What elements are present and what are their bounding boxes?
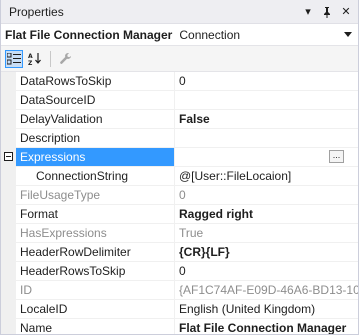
property-name: HasExpressions: [16, 224, 175, 242]
property-value[interactable]: @[User::FileLocaion]: [175, 167, 358, 185]
row-gutter: [1, 224, 16, 242]
row-gutter: [1, 72, 16, 90]
property-value[interactable]: False: [175, 110, 358, 128]
property-row-datarowstoskip[interactable]: DataRowsToSkip 0: [1, 72, 358, 91]
row-gutter: [1, 186, 16, 204]
row-gutter: [1, 148, 16, 166]
window-position-dropdown-icon[interactable]: ▾: [300, 4, 316, 20]
property-row-headerrowdelimiter[interactable]: HeaderRowDelimiter {CR}{LF}: [1, 243, 358, 262]
property-row-delayvalidation[interactable]: DelayValidation False: [1, 110, 358, 129]
property-row-fileusagetype[interactable]: FileUsageType 0: [1, 186, 358, 205]
property-value[interactable]: Ragged right: [175, 205, 358, 223]
property-name: Name: [16, 319, 175, 334]
properties-window: Properties ▾ ✕ Flat File Connection Mana…: [0, 0, 359, 335]
property-pages-button[interactable]: [56, 50, 74, 68]
categorized-icon: [7, 52, 21, 64]
row-gutter: [1, 129, 16, 147]
property-row-hasexpressions[interactable]: HasExpressions True: [1, 224, 358, 243]
properties-toolbar: A Z: [1, 46, 358, 72]
toolbar-separator: [50, 50, 51, 67]
object-name: Flat File Connection Manager: [5, 27, 173, 42]
property-value[interactable]: {AF1C74AF-E09D-46A6-BD13-10: [175, 281, 358, 299]
property-name: HeaderRowDelimiter: [16, 243, 175, 261]
property-row-connectionstring[interactable]: ConnectionString @[User::FileLocaion]: [1, 167, 358, 186]
property-row-expressions[interactable]: Expressions ...: [1, 148, 358, 167]
row-gutter: [1, 281, 16, 299]
chevron-down-icon[interactable]: [342, 29, 354, 41]
row-gutter: [1, 243, 16, 261]
pin-icon[interactable]: [319, 4, 335, 20]
property-row-format[interactable]: Format Ragged right: [1, 205, 358, 224]
property-name: Description: [16, 129, 175, 147]
svg-text:Z: Z: [28, 60, 33, 66]
window-title: Properties: [9, 4, 64, 19]
property-row-id[interactable]: ID {AF1C74AF-E09D-46A6-BD13-10: [1, 281, 358, 300]
row-gutter: [1, 262, 16, 280]
row-gutter: [1, 167, 16, 185]
row-gutter: [1, 110, 16, 128]
property-name: HeaderRowsToSkip: [16, 262, 175, 280]
property-row-name[interactable]: Name Flat File Connection Manager: [1, 319, 358, 334]
row-gutter: [1, 205, 16, 223]
property-value[interactable]: True: [175, 224, 358, 242]
property-value[interactable]: [175, 129, 358, 147]
title-bar: Properties ▾ ✕: [1, 0, 358, 24]
property-value[interactable]: 0: [175, 262, 358, 280]
close-icon[interactable]: ✕: [338, 4, 354, 20]
svg-text:A: A: [28, 53, 33, 60]
property-name: LocaleID: [16, 300, 175, 318]
row-gutter: [1, 300, 16, 318]
property-name: ID: [16, 281, 175, 299]
wrench-icon: [59, 53, 71, 64]
object-selector[interactable]: Flat File Connection Manager Connection: [1, 24, 358, 46]
property-row-localeid[interactable]: LocaleID English (United Kingdom): [1, 300, 358, 319]
property-value[interactable]: 0: [175, 72, 358, 90]
property-row-headerrowstoskip[interactable]: HeaderRowsToSkip 0: [1, 262, 358, 281]
property-value[interactable]: {CR}{LF}: [175, 243, 358, 261]
property-value[interactable]: Flat File Connection Manager: [175, 319, 358, 334]
property-value[interactable]: ...: [175, 148, 358, 166]
ellipsis-button[interactable]: ...: [329, 150, 344, 163]
property-name: Expressions: [16, 148, 175, 166]
collapse-icon[interactable]: [4, 152, 13, 161]
property-name: DelayValidation: [16, 110, 175, 128]
property-name: FileUsageType: [16, 186, 175, 204]
alphabetical-icon: A Z: [28, 52, 41, 66]
alphabetical-button[interactable]: A Z: [26, 50, 44, 68]
row-gutter: [1, 91, 16, 109]
property-name: ConnectionString: [16, 167, 175, 185]
property-name: Format: [16, 205, 175, 223]
row-gutter: [1, 319, 16, 334]
property-row-description[interactable]: Description: [1, 129, 358, 148]
property-value[interactable]: 0: [175, 186, 358, 204]
property-value[interactable]: [175, 91, 358, 109]
property-name: DataSourceID: [16, 91, 175, 109]
categorized-button[interactable]: [5, 49, 23, 68]
object-type: Connection: [179, 27, 241, 42]
property-value[interactable]: English (United Kingdom): [175, 300, 358, 318]
property-grid: DataRowsToSkip 0 DataSourceID DelayValid…: [1, 72, 358, 334]
property-row-datasourceid[interactable]: DataSourceID: [1, 91, 358, 110]
property-name: DataRowsToSkip: [16, 72, 175, 90]
